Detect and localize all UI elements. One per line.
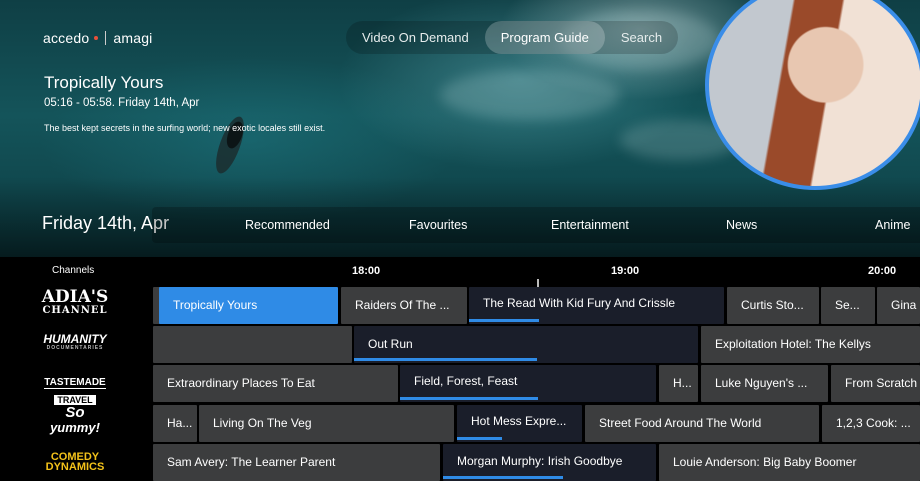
program-cell[interactable]: Curtis Sto... xyxy=(727,287,819,324)
program-title: Raiders Of The ... xyxy=(355,298,450,312)
program-cell[interactable]: Luke Nguyen's ... xyxy=(701,365,828,402)
surfer-image xyxy=(216,116,244,174)
category-anime[interactable]: Anime xyxy=(875,218,910,232)
program-title: The Read With Kid Fury And Crissle xyxy=(483,296,676,310)
program-cell[interactable]: From Scratch xyxy=(831,365,920,402)
program-cell[interactable]: Louie Anderson: Big Baby Boomer xyxy=(659,444,920,481)
program-cell[interactable]: Field, Forest, Feast xyxy=(400,365,656,402)
program-title: Gina xyxy=(891,298,917,312)
tab-program-guide[interactable]: Program Guide xyxy=(484,21,605,54)
brand-right: amagi xyxy=(113,30,153,46)
program-cell[interactable]: Ha... xyxy=(153,405,197,442)
program-title: H... xyxy=(673,376,692,390)
program-cell[interactable]: Exploitation Hotel: The Kellys xyxy=(701,326,920,363)
program-cell[interactable]: Hot Mess Expre... xyxy=(457,405,582,442)
tab-video-on-demand[interactable]: Video On Demand xyxy=(346,21,485,54)
progress-bar xyxy=(400,397,538,400)
brand-left: accedo xyxy=(43,30,90,46)
program-cell[interactable]: Extraordinary Places To Eat xyxy=(153,365,398,402)
logo-dot-icon xyxy=(94,36,99,40)
featured-title: Tropically Yours xyxy=(44,73,164,92)
category-recommended[interactable]: Recommended xyxy=(245,218,330,232)
category-news[interactable]: News xyxy=(726,218,757,232)
program-cell[interactable]: Se... xyxy=(821,287,875,324)
program-title: Living On The Veg xyxy=(213,416,312,430)
program-cell[interactable]: Out Run xyxy=(354,326,698,363)
channel-logo-soyummy[interactable]: So yummy! xyxy=(30,404,120,435)
program-title: Out Run xyxy=(368,337,413,351)
date-label: Friday 14th, Apr xyxy=(42,213,170,233)
channel-logo-line: CHANNEL xyxy=(42,305,108,316)
category-entertainment[interactable]: Entertainment xyxy=(551,218,629,232)
program-title: Exploitation Hotel: The Kellys xyxy=(715,337,871,351)
program-cell[interactable]: Morgan Murphy: Irish Goodbye xyxy=(443,444,656,481)
channel-logo-line: DYNAMICS xyxy=(45,461,105,473)
program-title: From Scratch xyxy=(845,376,918,390)
program-title: 1,2,3 Cook: ... xyxy=(836,416,911,430)
program-cell[interactable]: Sam Avery: The Learner Parent xyxy=(153,444,440,481)
time-label: 20:00 xyxy=(868,265,897,277)
program-cell[interactable] xyxy=(153,326,352,363)
channel-logo-line: TASTEMADE xyxy=(44,377,106,389)
program-cell[interactable]: Gina xyxy=(877,287,920,324)
channel-logo-tastemade[interactable]: TASTEMADE TRAVEL xyxy=(30,372,120,408)
channel-logo-comedy-dynamics[interactable]: COMEDY DYNAMICS xyxy=(30,452,120,473)
program-cell[interactable]: Tropically Yours xyxy=(159,287,338,324)
program-title: Street Food Around The World xyxy=(599,416,762,430)
category-favourites[interactable]: Favourites xyxy=(409,218,467,232)
channel-logo-adias[interactable]: ADIA'S CHANNEL xyxy=(30,287,120,317)
program-title: Hot Mess Expre... xyxy=(471,414,567,428)
time-label: 18:00 xyxy=(352,265,381,277)
program-title: Tropically Yours xyxy=(173,298,258,312)
logo-divider xyxy=(105,31,107,45)
program-title: Ha... xyxy=(167,416,193,430)
program-cell[interactable]: The Read With Kid Fury And Crissle xyxy=(469,287,724,324)
program-title: Sam Avery: The Learner Parent xyxy=(167,455,336,469)
wave-foam xyxy=(440,70,620,120)
program-cell[interactable]: Living On The Veg xyxy=(199,405,454,442)
channels-header: Channels xyxy=(52,265,95,276)
progress-bar xyxy=(457,437,502,440)
time-label: 19:00 xyxy=(611,265,640,277)
featured-description: The best kept secrets in the surfing wor… xyxy=(44,123,326,133)
top-nav: Video On Demand Program Guide Search xyxy=(346,21,679,54)
program-title: Morgan Murphy: Irish Goodbye xyxy=(457,454,623,468)
program-title: Luke Nguyen's ... xyxy=(715,376,808,390)
program-title: Se... xyxy=(835,298,860,312)
channel-logo-line: yummy! xyxy=(50,420,100,435)
program-cell[interactable]: 1,2,3 Cook: ... xyxy=(822,405,920,442)
tab-search[interactable]: Search xyxy=(605,21,678,54)
program-title: Field, Forest, Feast xyxy=(414,374,518,388)
program-cell[interactable]: Raiders Of The ... xyxy=(341,287,467,324)
channel-logo-line: So xyxy=(65,404,85,421)
progress-bar xyxy=(354,358,537,361)
channel-logo-line: ADIA'S xyxy=(41,287,109,307)
program-cell[interactable]: Street Food Around The World xyxy=(585,405,819,442)
brand-logo: accedo amagi xyxy=(43,30,153,46)
featured-time: 05:16 - 05:58. Friday 14th, Apr xyxy=(44,97,200,109)
program-title: Extraordinary Places To Eat xyxy=(167,376,315,390)
channel-logo-line: HUMANITY xyxy=(43,332,107,346)
progress-bar xyxy=(443,476,563,479)
progress-bar xyxy=(469,319,539,322)
channel-logo-humanity[interactable]: HUMANITY DOCUMENTARIES xyxy=(30,333,120,351)
program-title: Louie Anderson: Big Baby Boomer xyxy=(673,455,857,469)
program-title: Curtis Sto... xyxy=(741,298,804,312)
program-cell[interactable]: H... xyxy=(659,365,698,402)
